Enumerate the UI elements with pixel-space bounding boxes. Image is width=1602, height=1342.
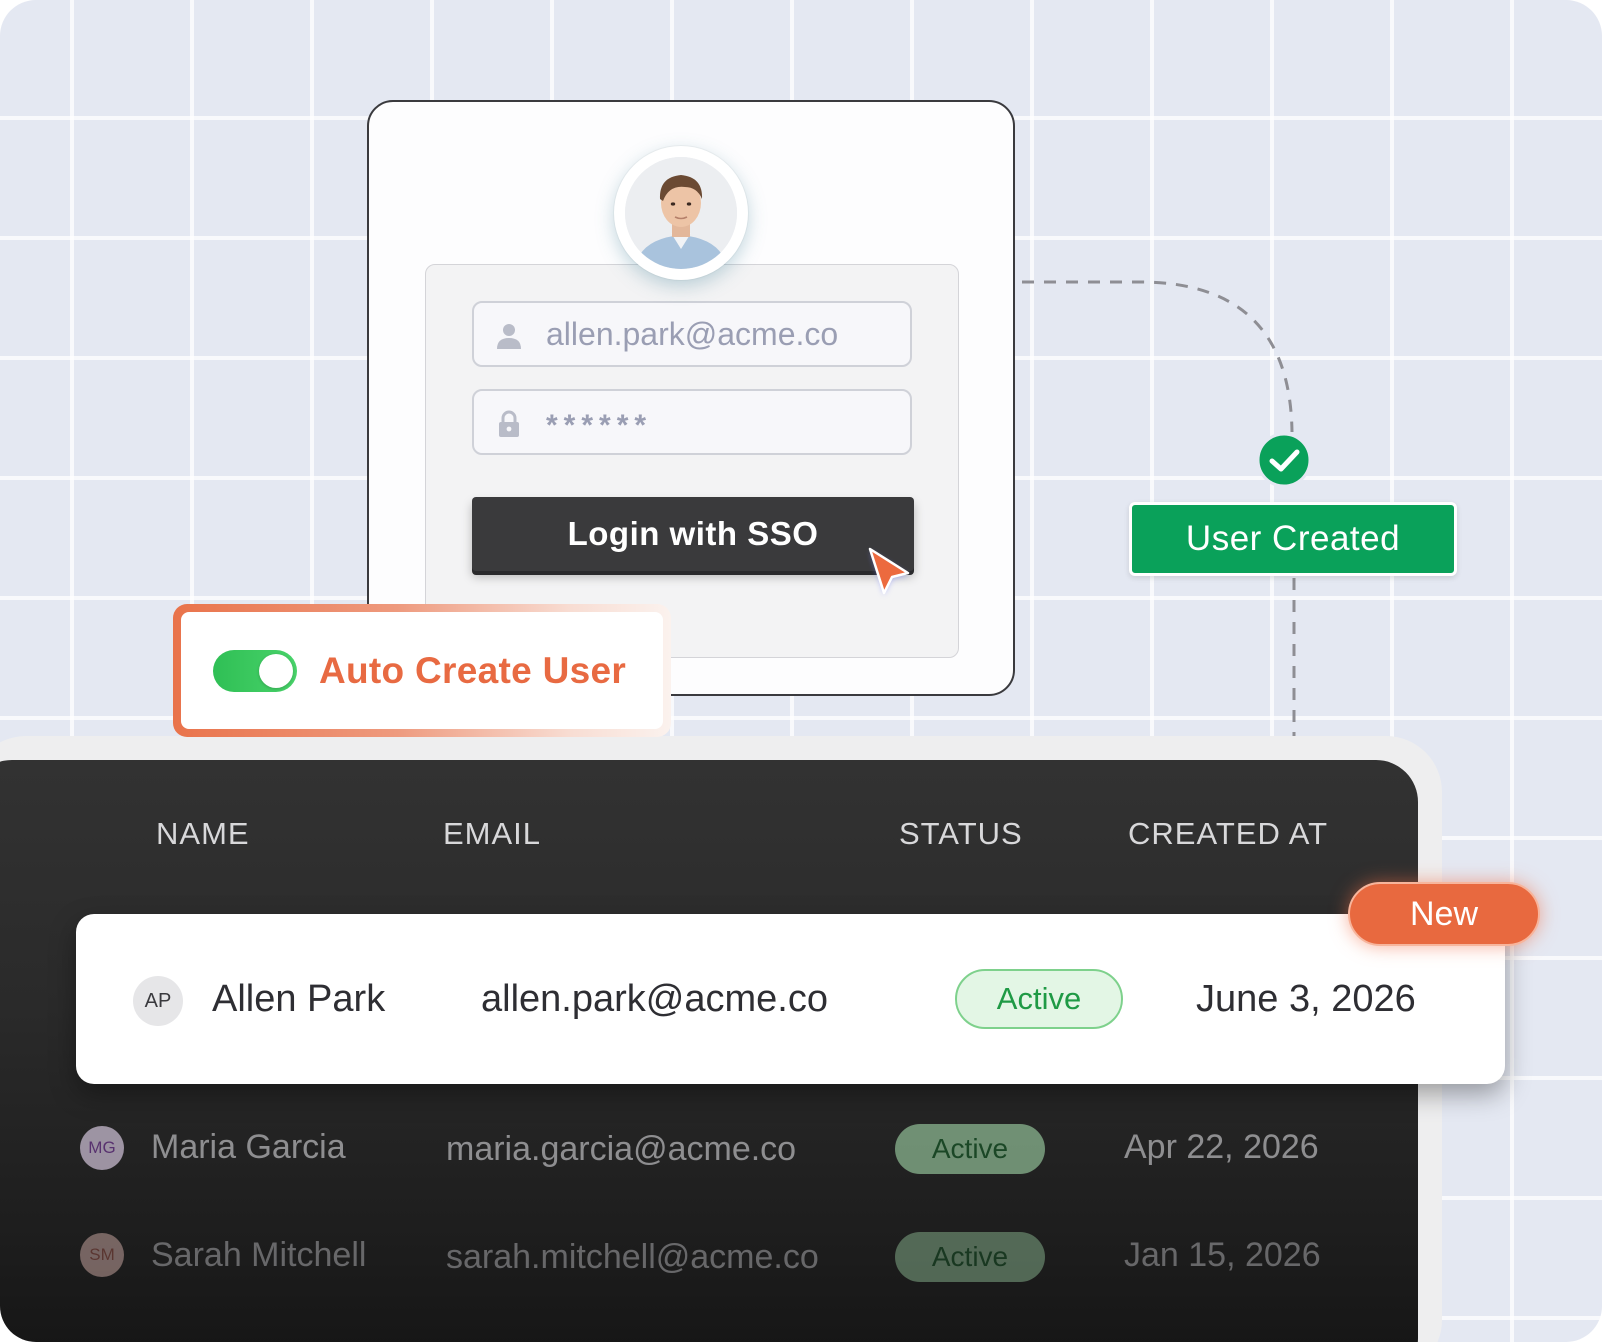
row-created-at: Apr 22, 2026 [1124,1128,1319,1166]
row-email: allen.park@acme.co [481,978,828,1020]
email-value: allen.park@acme.co [546,316,839,352]
password-masked: ****** [546,409,653,442]
column-header-created-at[interactable]: CREATED AT [1128,816,1328,852]
cursor-icon [868,547,910,595]
avatar-photo [625,157,737,269]
new-badge: New [1348,882,1540,946]
avatar-initials: AP [133,976,183,1026]
user-avatar [614,146,748,280]
column-header-email[interactable]: EMAIL [443,816,541,852]
lock-icon [499,410,519,437]
status-badge: Active [895,1124,1045,1174]
column-header-status[interactable]: STATUS [899,816,1023,852]
avatar-initials: MG [80,1126,124,1170]
avatar-initials: SM [80,1233,124,1277]
auto-create-label: Auto Create User [319,650,627,691]
email-field[interactable]: allen.park@acme.co [472,301,912,367]
column-header-name[interactable]: NAME [156,816,250,852]
password-field[interactable]: ****** [472,389,912,455]
row-name: Sarah Mitchell [151,1236,367,1274]
auto-create-user-card: Auto Create User [173,604,671,737]
row-created-at: Jan 15, 2026 [1124,1236,1321,1274]
toggle-knob [259,654,293,688]
login-sso-button[interactable]: Login with SSO [472,497,914,571]
user-created-badge: User Created [1129,502,1457,576]
user-icon [497,324,521,349]
row-created-at: June 3, 2026 [1196,978,1416,1020]
status-badge: Active [895,1232,1045,1282]
check-circle-icon [1256,432,1312,488]
row-email: sarah.mitchell@acme.co [446,1238,819,1276]
illustration-canvas: allen.park@acme.co ****** Login with SSO [0,0,1602,1342]
row-name: Allen Park [212,978,386,1020]
row-email: maria.garcia@acme.co [446,1130,797,1168]
row-name: Maria Garcia [151,1128,346,1166]
auto-create-toggle[interactable] [213,650,297,692]
status-badge: Active [955,969,1123,1029]
